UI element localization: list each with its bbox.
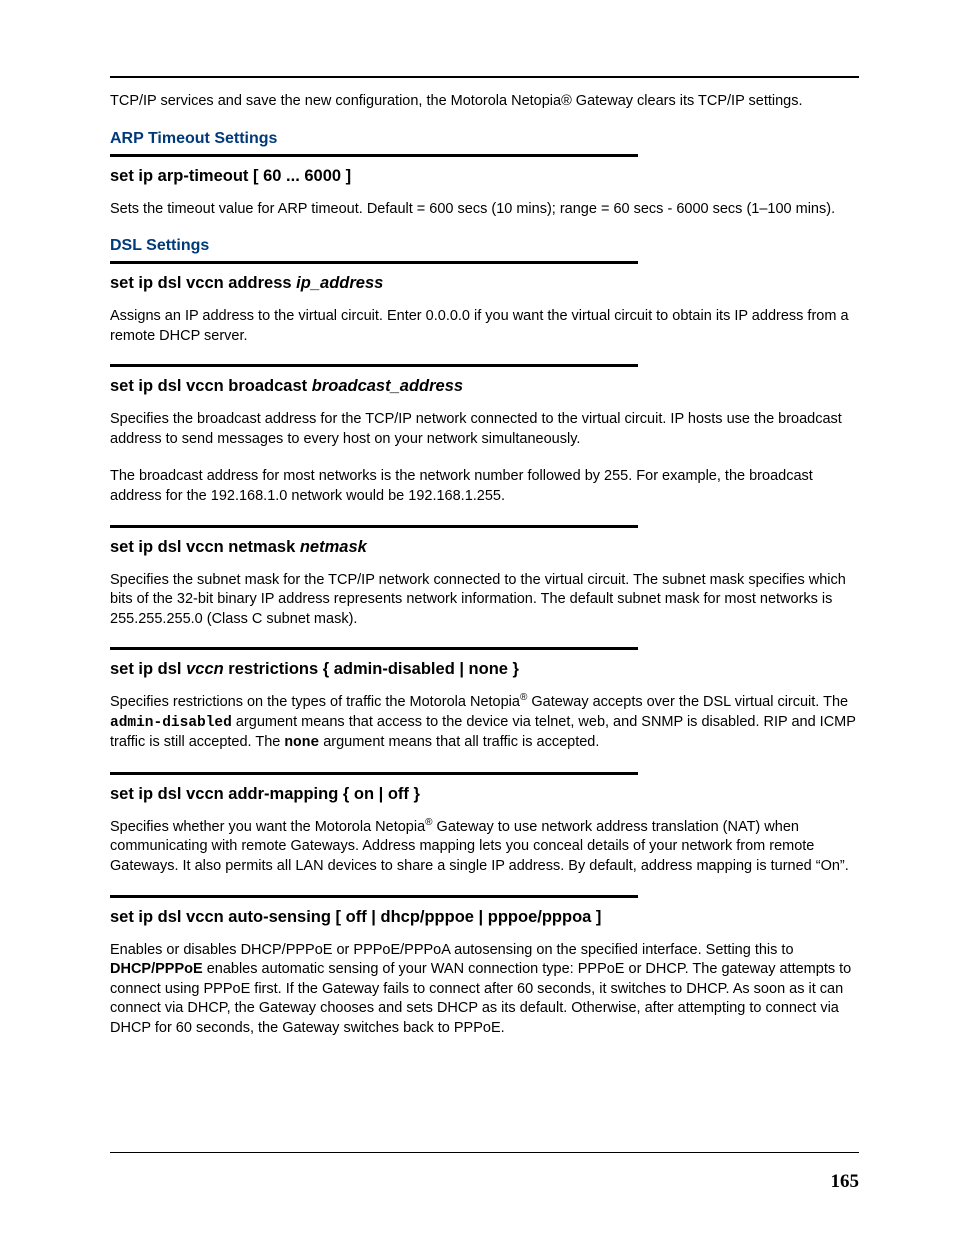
intro-paragraph: TCP/IP services and save the new configu… <box>110 92 859 112</box>
cmd-arp-timeout: set ip arp-timeout [ 60 ... 6000 ] <box>110 167 859 186</box>
divider <box>110 772 638 775</box>
page-number: 165 <box>831 1171 860 1193</box>
cmd-dsl-address: set ip dsl vccn address ip_address <box>110 274 859 293</box>
document-page: TCP/IP services and save the new configu… <box>0 0 954 1235</box>
bottom-rule <box>110 1152 859 1153</box>
top-rule <box>110 76 859 78</box>
cmd-arg: ip_address <box>296 274 383 292</box>
cmd-text: restrictions { admin-disabled | none } <box>224 660 519 678</box>
divider <box>110 364 638 367</box>
bold-term: DHCP/PPPoE <box>110 961 203 977</box>
divider <box>110 647 638 650</box>
text: argument means that all traffic is accep… <box>319 734 599 750</box>
cmd-text: set ip dsl <box>110 660 186 678</box>
cmd-arg: broadcast_address <box>312 377 463 395</box>
divider <box>110 895 638 898</box>
text: Enables or disables DHCP/PPPoE or PPPoE/… <box>110 942 794 958</box>
cmd-text: set ip dsl vccn broadcast <box>110 377 312 395</box>
text: Gateway accepts over the DSL virtual cir… <box>527 694 848 710</box>
dsl-addrmapping-desc: Specifies whether you want the Motorola … <box>110 818 859 877</box>
cmd-text: set ip dsl vccn netmask <box>110 538 300 556</box>
dsl-netmask-desc: Specifies the subnet mask for the TCP/IP… <box>110 571 859 630</box>
section-arp-title: ARP Timeout Settings <box>110 130 859 148</box>
dsl-broadcast-desc-1: Specifies the broadcast address for the … <box>110 410 859 449</box>
cmd-dsl-restrictions: set ip dsl vccn restrictions { admin-dis… <box>110 660 859 679</box>
cmd-text: set ip dsl vccn address <box>110 274 296 292</box>
cmd-dsl-broadcast: set ip dsl vccn broadcast broadcast_addr… <box>110 377 859 396</box>
divider <box>110 261 638 264</box>
cmd-dsl-addrmapping: set ip dsl vccn addr-mapping { on | off … <box>110 785 859 804</box>
dsl-broadcast-desc-2: The broadcast address for most networks … <box>110 467 859 506</box>
dsl-autosensing-desc: Enables or disables DHCP/PPPoE or PPPoE/… <box>110 941 859 1039</box>
cmd-arg: netmask <box>300 538 367 556</box>
code-arg: admin-disabled <box>110 715 232 731</box>
registered-mark: ® <box>425 817 432 828</box>
section-dsl-title: DSL Settings <box>110 237 859 255</box>
cmd-arg: vccn <box>186 660 224 678</box>
arp-desc: Sets the timeout value for ARP timeout. … <box>110 200 859 220</box>
text: enables automatic sensing of your WAN co… <box>110 961 851 1036</box>
text: Specifies whether you want the Motorola … <box>110 819 425 835</box>
divider <box>110 525 638 528</box>
dsl-address-desc: Assigns an IP address to the virtual cir… <box>110 307 859 346</box>
text: Specifies restrictions on the types of t… <box>110 694 520 710</box>
code-arg: none <box>284 735 319 751</box>
cmd-dsl-netmask: set ip dsl vccn netmask netmask <box>110 538 859 557</box>
cmd-dsl-autosensing: set ip dsl vccn auto-sensing [ off | dhc… <box>110 908 859 927</box>
divider <box>110 154 638 157</box>
dsl-restrictions-desc: Specifies restrictions on the types of t… <box>110 693 859 754</box>
